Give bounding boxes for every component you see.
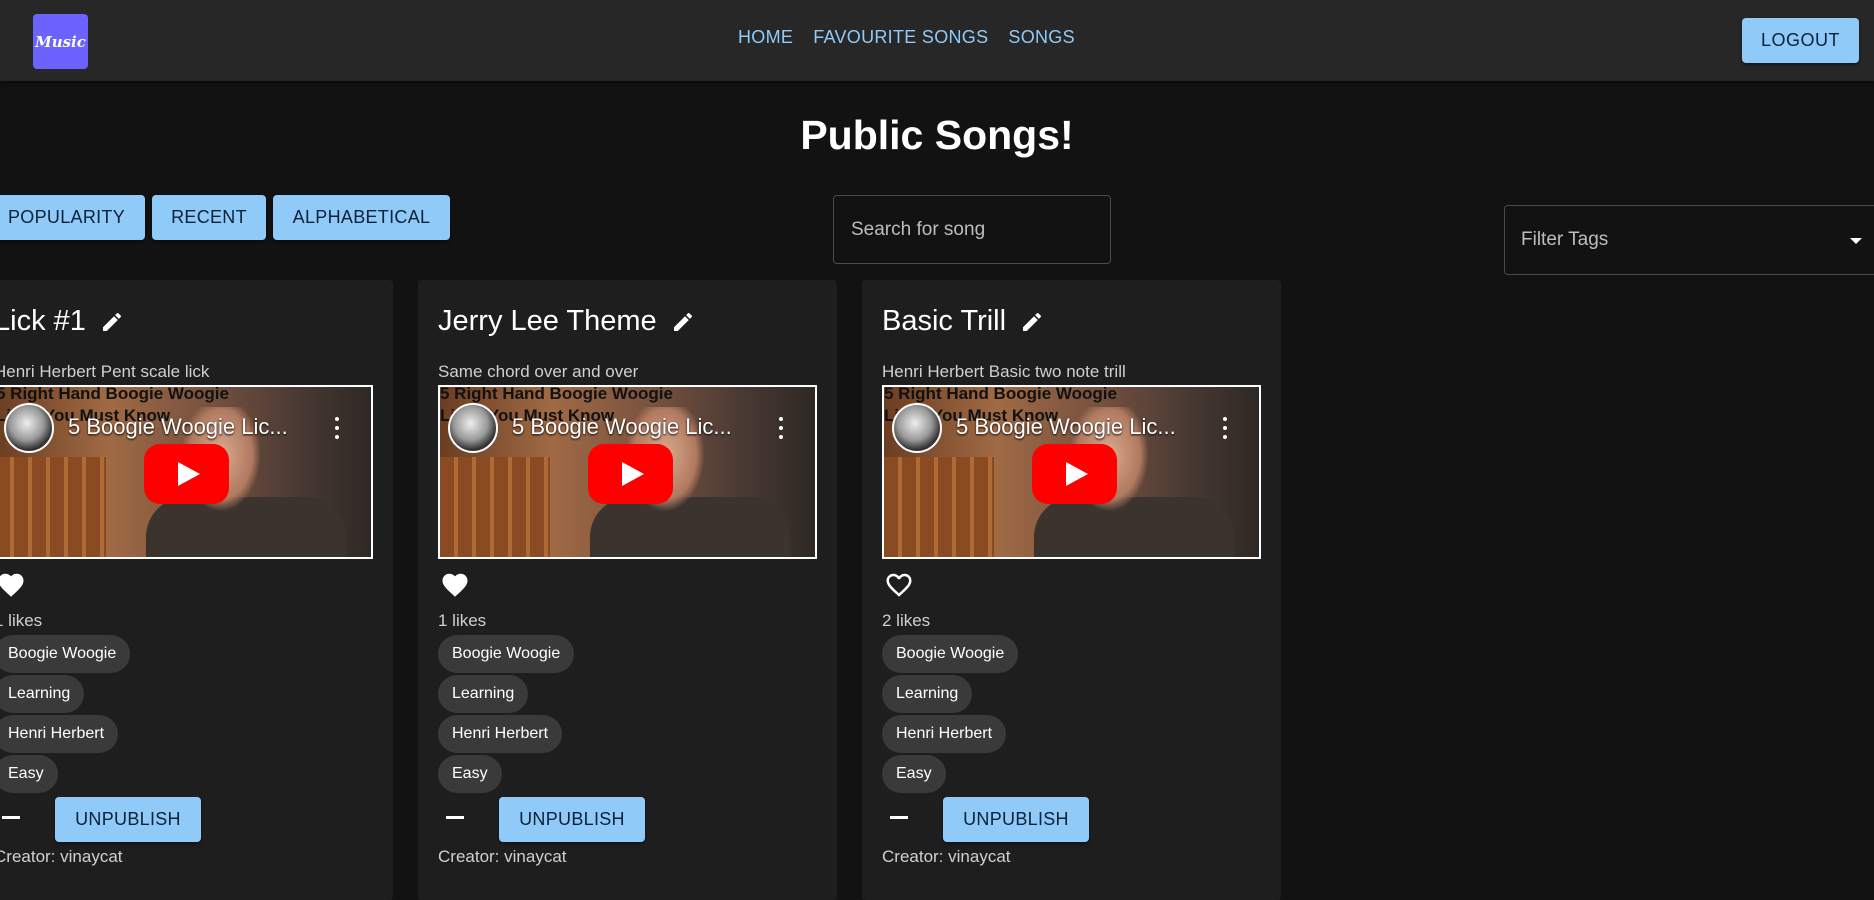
video-thumbnail-piano	[884, 457, 994, 557]
song-title-row: Basic Trill	[882, 305, 1044, 338]
heart-icon[interactable]	[0, 570, 26, 600]
song-title: Lick #1	[0, 305, 86, 337]
edit-icon[interactable]	[1020, 310, 1044, 334]
remove-icon[interactable]	[0, 800, 28, 834]
video-title[interactable]: 5 Boogie Woogie Lic...	[512, 414, 732, 440]
remove-icon[interactable]	[438, 800, 472, 834]
edit-icon[interactable]	[100, 310, 124, 334]
arrow-drop-down-icon	[1850, 238, 1862, 244]
unpublish-button[interactable]: UNPUBLISH	[499, 797, 645, 842]
more-vert-icon[interactable]	[334, 417, 340, 439]
song-creator: Creator: vinaycat	[882, 847, 1011, 866]
logout-button[interactable]: LOGOUT	[1742, 18, 1859, 63]
remove-icon[interactable]	[882, 800, 916, 834]
youtube-play-icon[interactable]	[588, 444, 673, 504]
video-thumbnail-piano	[0, 457, 106, 557]
video-title[interactable]: 5 Boogie Woogie Lic...	[68, 414, 288, 440]
song-title-row: Jerry Lee Theme	[438, 305, 695, 338]
heart-icon[interactable]	[440, 570, 470, 600]
youtube-embed[interactable]: 5 Right Hand Boogie Woogie Licks You Mus…	[438, 385, 817, 559]
song-description: Henri Herbert Basic two note trill	[882, 362, 1126, 381]
app-bar: Music HOME FAVOURITE SONGS SONGS LOGOUT	[0, 0, 1874, 81]
youtube-embed[interactable]: 5 Right Hand Boogie Woogie Licks You Mus…	[882, 385, 1261, 559]
unpublish-button[interactable]: UNPUBLISH	[943, 797, 1089, 842]
more-vert-icon[interactable]	[778, 417, 784, 439]
sort-alphabetical-button[interactable]: ALPHABETICAL	[273, 195, 450, 240]
video-thumbnail-piano	[440, 457, 550, 557]
nav-songs-link[interactable]: SONGS	[1008, 27, 1075, 48]
song-title-row: Lick #1	[0, 305, 124, 338]
tag-chip[interactable]: Boogie Woogie	[882, 635, 1019, 673]
unpublish-button[interactable]: UNPUBLISH	[55, 797, 201, 842]
youtube-play-icon[interactable]	[1032, 444, 1117, 504]
tag-chip[interactable]: Learning	[0, 675, 85, 713]
song-card: Jerry Lee Theme Same chord over and over…	[418, 280, 837, 900]
likes-count: 2 likes	[882, 611, 931, 630]
song-title: Basic Trill	[882, 305, 1007, 337]
more-vert-icon[interactable]	[1222, 417, 1228, 439]
video-title[interactable]: 5 Boogie Woogie Lic...	[956, 414, 1176, 440]
tag-chip[interactable]: Easy	[0, 755, 58, 793]
sort-popularity-button[interactable]: POPULARITY	[0, 195, 145, 240]
youtube-embed[interactable]: 5 Right Hand Boogie Woogie Licks You Mus…	[0, 385, 373, 559]
song-card: Basic Trill Henri Herbert Basic two note…	[862, 280, 1281, 900]
song-description: Same chord over and over	[438, 362, 639, 381]
tag-chip[interactable]: Boogie Woogie	[438, 635, 575, 673]
filter-tags-label: Filter Tags	[1521, 229, 1609, 250]
tag-chip[interactable]: Henri Herbert	[0, 715, 119, 753]
song-creator: Creator: vinaycat	[0, 847, 123, 866]
channel-avatar[interactable]	[892, 403, 942, 453]
tag-chip[interactable]: Learning	[438, 675, 529, 713]
song-title: Jerry Lee Theme	[438, 305, 657, 337]
tag-chip[interactable]: Easy	[438, 755, 502, 793]
channel-avatar[interactable]	[4, 403, 54, 453]
search-input[interactable]	[834, 196, 1110, 263]
likes-count: 1 likes	[0, 611, 43, 630]
tag-chip[interactable]: Henri Herbert	[882, 715, 1007, 753]
tag-chip[interactable]: Learning	[882, 675, 973, 713]
filter-tags-select[interactable]: Filter Tags	[1504, 205, 1874, 275]
tag-chip[interactable]: Boogie Woogie	[0, 635, 131, 673]
song-creator: Creator: vinaycat	[438, 847, 567, 866]
song-description: Henri Herbert Pent scale lick	[0, 362, 210, 381]
nav-favourite-songs-link[interactable]: FAVOURITE SONGS	[813, 27, 988, 48]
music-logo[interactable]: Music	[33, 14, 88, 69]
song-card: Lick #1 Henri Herbert Pent scale lick 5 …	[0, 280, 393, 900]
channel-avatar[interactable]	[448, 403, 498, 453]
heart-icon[interactable]	[884, 570, 914, 600]
nav-home-link[interactable]: HOME	[738, 27, 793, 48]
likes-count: 1 likes	[438, 611, 487, 630]
main-nav: HOME FAVOURITE SONGS SONGS	[738, 27, 1075, 48]
sort-recent-button[interactable]: RECENT	[152, 195, 266, 240]
search-field	[833, 195, 1111, 264]
page-title: Public Songs!	[800, 112, 1074, 158]
edit-icon[interactable]	[671, 310, 695, 334]
tag-chip[interactable]: Easy	[882, 755, 946, 793]
tag-chip[interactable]: Henri Herbert	[438, 715, 563, 753]
youtube-play-icon[interactable]	[144, 444, 229, 504]
